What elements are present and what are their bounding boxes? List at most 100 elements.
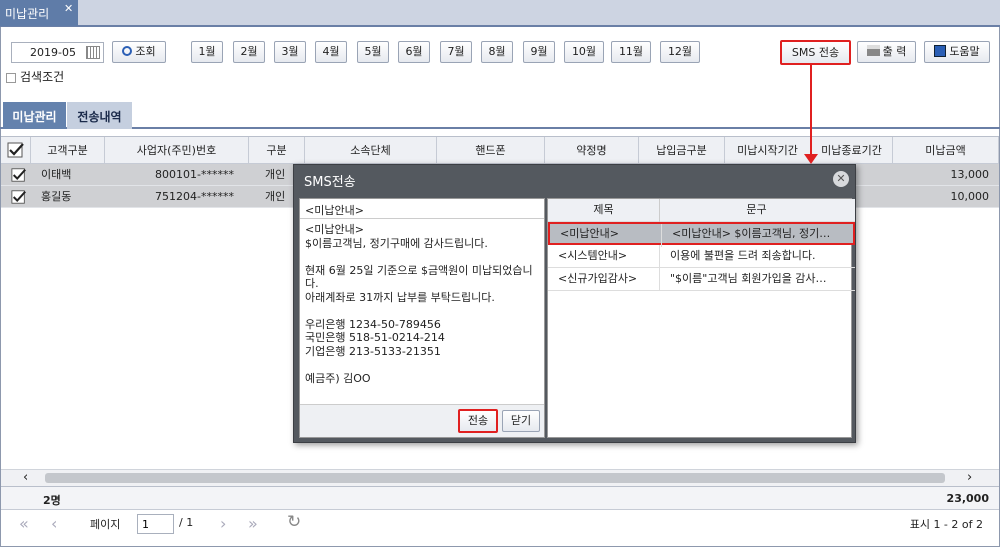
template-row[interactable]: <시스템안내> 이용에 불편을 드려 죄송합니다. bbox=[548, 245, 855, 268]
search-condition-checkbox[interactable] bbox=[6, 72, 16, 83]
month-button-7[interactable]: 7월 bbox=[440, 41, 472, 63]
template-title: <시스템안내> bbox=[548, 245, 660, 268]
close-button[interactable]: 닫기 bbox=[502, 410, 540, 432]
message-line bbox=[305, 250, 541, 264]
last-page-icon[interactable]: » bbox=[248, 514, 258, 533]
next-page-icon[interactable]: › bbox=[220, 514, 226, 533]
template-list-header: 제목 문구 bbox=[548, 199, 855, 222]
subtab-history[interactable]: 전송내역 bbox=[67, 102, 132, 129]
unpaid-amount: 10,000 bbox=[950, 190, 990, 203]
message-line bbox=[305, 358, 541, 372]
subtab-misnap[interactable]: 미납관리 bbox=[3, 102, 66, 129]
message-pane: <미납안내> <미납안내> $이름고객님, 정기구매에 감사드립니다. 현재 6월 … bbox=[299, 198, 545, 438]
modal-title: SMS전송 bbox=[304, 175, 356, 190]
annotation-arrow bbox=[810, 64, 812, 156]
page-total: / 1 bbox=[179, 516, 194, 529]
tab-label: 미납관리 bbox=[5, 7, 50, 21]
tab-misnap[interactable]: 미납관리 ✕ bbox=[0, 0, 78, 26]
search-button-label: 조회 bbox=[135, 45, 156, 58]
template-row[interactable]: <미납안내> <미납안내> $이름고객님, 정기… bbox=[548, 222, 855, 247]
month-button-1[interactable]: 1월 bbox=[191, 41, 223, 63]
grid-header-cell[interactable]: 약정명 bbox=[545, 137, 639, 164]
sms-modal: SMS전송 ✕ <미납안내> <미납안내> $이름고객님, 정기구매에 감사드립니… bbox=[293, 164, 856, 443]
message-line: <미납안내> bbox=[305, 223, 364, 236]
grid-summary-row: 2명 23,000 bbox=[1, 486, 999, 510]
first-page-icon[interactable]: « bbox=[19, 514, 29, 533]
month-button-4[interactable]: 4월 bbox=[315, 41, 347, 63]
grid-header-cell[interactable]: 구분 bbox=[249, 137, 305, 164]
message-line: 기업은행 213-5133-21351 bbox=[305, 344, 441, 358]
month-picker[interactable]: 2019-05 bbox=[11, 42, 104, 63]
message-line: 우리은행 1234-50-789456 bbox=[305, 317, 441, 331]
grid-header-cell[interactable]: 핸드폰 bbox=[437, 137, 545, 164]
help-button[interactable]: 도움말 bbox=[924, 41, 990, 63]
search-icon bbox=[122, 46, 133, 56]
print-button-label: 출 력 bbox=[882, 45, 907, 58]
search-condition-toggle[interactable]: 검색조건 bbox=[6, 68, 64, 85]
month-button-11[interactable]: 11월 bbox=[611, 41, 651, 63]
month-button-12[interactable]: 12월 bbox=[660, 41, 700, 63]
printer-icon bbox=[866, 45, 880, 56]
scroll-thumb[interactable] bbox=[45, 473, 945, 483]
template-list: 제목 문구 <미납안내> <미납안내> $이름고객님, 정기… <시스템안내> 이용에… bbox=[547, 198, 855, 438]
template-text: 이용에 불편을 드려 죄송합니다. bbox=[670, 249, 816, 262]
print-button[interactable]: 출 력 bbox=[857, 41, 916, 63]
annotation-arrowhead bbox=[804, 154, 818, 164]
grid-header-cell[interactable]: 미납시작기간 bbox=[725, 137, 811, 164]
grid-header-cell[interactable]: 사업자(주민)번호 bbox=[105, 137, 249, 164]
unpaid-amount: 13,000 bbox=[950, 168, 990, 181]
page-number-input[interactable] bbox=[137, 514, 174, 534]
scroll-left-icon[interactable]: ‹ bbox=[23, 470, 28, 485]
search-condition-label: 검색조건 bbox=[20, 70, 65, 84]
grid-header-cell[interactable]: 미납종료기간 bbox=[811, 137, 893, 164]
message-line bbox=[305, 304, 541, 318]
template-title: <미납안내> bbox=[550, 224, 662, 247]
template-header-text: 문구 bbox=[746, 203, 767, 216]
month-button-2[interactable]: 2월 bbox=[233, 41, 265, 63]
send-button[interactable]: 전송 bbox=[458, 409, 498, 433]
grid-header-cell[interactable]: 고객구분 bbox=[31, 137, 105, 164]
customer-type: 개인 bbox=[265, 190, 286, 203]
month-button-6[interactable]: 6월 bbox=[398, 41, 430, 63]
month-button-3[interactable]: 3월 bbox=[274, 41, 306, 63]
registration-number: 751204-****** bbox=[155, 190, 234, 203]
horizontal-scrollbar[interactable]: ‹ › bbox=[1, 469, 999, 486]
pagination-bar: « ‹ 페이지 / 1 › » ↻ 표시 1 - 2 of 2 bbox=[1, 510, 999, 545]
calendar-icon[interactable] bbox=[86, 46, 100, 59]
display-info: 표시 1 - 2 of 2 bbox=[909, 518, 983, 531]
refresh-icon[interactable]: ↻ bbox=[287, 512, 301, 532]
sub-tab-bar: 미납관리 전송내역 bbox=[0, 101, 1000, 129]
registration-number: 800101-****** bbox=[155, 168, 234, 181]
summary-count: 2명 bbox=[43, 494, 61, 507]
close-icon[interactable]: ✕ bbox=[833, 171, 849, 187]
template-row[interactable]: <신규가입감사> "$이름"고객님 회원가입을 감사… bbox=[548, 268, 855, 291]
grid-header-cell[interactable]: 소속단체 bbox=[305, 137, 437, 164]
month-button-10[interactable]: 10월 bbox=[564, 41, 604, 63]
grid-header-cell[interactable]: 납입금구분 bbox=[639, 137, 725, 164]
message-body-textarea[interactable]: <미납안내> $이름고객님, 정기구매에 감사드립니다. 현재 6월 25일 기준으… bbox=[305, 223, 541, 385]
template-text: "$이름"고객님 회원가입을 감사… bbox=[670, 272, 827, 285]
help-book-icon bbox=[934, 45, 947, 57]
month-button-9[interactable]: 9월 bbox=[523, 41, 555, 63]
message-line: 현재 6월 25일 기준으로 $금액원이 미납되었습니다. bbox=[305, 263, 533, 291]
row-checkbox[interactable] bbox=[11, 189, 27, 205]
month-picker-value: 2019-05 bbox=[30, 46, 76, 59]
template-header-title: 제목 bbox=[548, 199, 660, 222]
close-icon[interactable]: ✕ bbox=[64, 2, 73, 15]
select-all-checkbox[interactable] bbox=[1, 137, 31, 164]
customer-type: 개인 bbox=[265, 168, 286, 181]
sms-send-button[interactable]: SMS 전송 bbox=[780, 40, 851, 65]
message-line: $이름고객님, 정기구매에 감사드립니다. bbox=[305, 236, 488, 250]
scroll-right-icon[interactable]: › bbox=[967, 470, 972, 485]
row-checkbox[interactable] bbox=[11, 167, 27, 183]
prev-page-icon[interactable]: ‹ bbox=[51, 514, 57, 533]
month-button-8[interactable]: 8월 bbox=[481, 41, 513, 63]
search-button[interactable]: 조회 bbox=[112, 41, 166, 63]
customer-name: 이태백 bbox=[41, 168, 72, 181]
message-title-field[interactable]: <미납안내> bbox=[300, 199, 544, 219]
grid-header-cell[interactable]: 미납금액 bbox=[893, 137, 999, 164]
message-line: 예금주) 김OO bbox=[305, 371, 371, 385]
month-button-5[interactable]: 5월 bbox=[357, 41, 389, 63]
page-label: 페이지 bbox=[90, 518, 121, 531]
summary-total: 23,000 bbox=[946, 492, 989, 505]
